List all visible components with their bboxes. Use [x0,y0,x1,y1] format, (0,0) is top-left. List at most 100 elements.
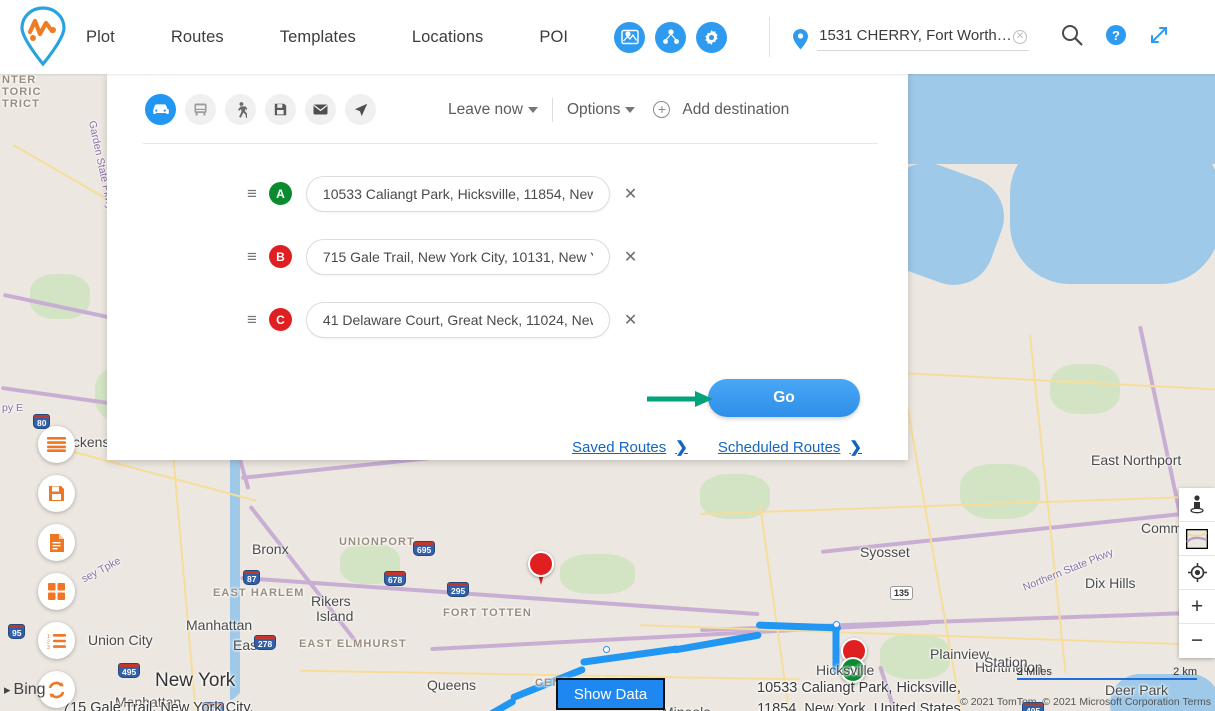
stop-input-b[interactable] [305,238,610,275]
shield-number: 678 [388,575,403,585]
floppy-save-icon[interactable] [38,475,75,512]
scale-right-label: 2 km [1173,666,1197,678]
search-icon[interactable] [1061,24,1083,51]
car-mode-button[interactable] [145,94,176,125]
ordered-list-icon[interactable]: 123 [38,622,75,659]
bing-arrow-icon: ▸ [4,682,11,697]
scale-bar-right [1107,678,1197,682]
svg-text:?: ? [1112,28,1120,43]
map-controls[interactable]: + − [1179,488,1215,658]
panel-options-row: Leave now Options + Add destination [448,97,789,122]
options-label: Options [566,100,621,118]
add-destination-button[interactable]: + Add destination [653,101,789,119]
drag-handle-icon-b[interactable]: ≡ [247,247,257,267]
map-route-shield: 95 [8,624,26,639]
search-field-wrap: ✕ [817,23,1030,51]
map-park-4 [960,464,1040,519]
plus-circle-icon: + [653,101,671,118]
bus-mode-button[interactable] [185,94,216,125]
shield-number: 495 [122,667,137,677]
gear-icon[interactable] [696,21,728,53]
route-waypoint-dot-4 [833,621,840,628]
map-layers-icon[interactable] [614,21,646,53]
route-stop-row-c: ≡ C ✕ [247,288,878,351]
nav-item-locations[interactable]: Locations [412,22,484,53]
share-network-icon[interactable] [655,21,687,53]
remove-stop-icon-a[interactable]: ✕ [624,184,637,204]
nav-item-plot[interactable]: Plot [86,22,115,53]
options-dropdown[interactable]: Options [566,100,636,119]
map-route-shield: 495 [202,702,225,711]
map-route-shield: 278 [254,635,277,650]
location-pin-icon [793,29,809,50]
nav-item-poi[interactable]: POI [539,22,568,53]
add-destination-label: Add destination [682,100,790,118]
chevron-down-icon [527,106,538,113]
shield-number: 87 [247,574,257,584]
scale-left-label: 2 Miles [1017,666,1052,678]
travel-mode-group[interactable] [145,94,376,125]
route-stop-row-a: ≡ A ✕ [247,162,878,225]
save-route-button[interactable] [265,94,296,125]
help-icon[interactable]: ? [1105,24,1127,51]
header-search: ✕ [792,23,1030,51]
map-marker-a[interactable]: A [840,657,866,693]
app-header: Plot Routes Templates Locations POI ✕ [0,0,1215,74]
route-stop-row-b: ≡ B ✕ [247,225,878,288]
shield-number: 278 [258,639,273,649]
map-attribution: © 2021 TomTom, © 2021 Microsoft Corporat… [960,696,1211,708]
saved-routes-label: Saved Routes [572,438,667,456]
zoom-in-icon[interactable]: + [1179,590,1215,624]
map-route-shield: 87 [243,570,261,585]
expand-icon[interactable] [1149,25,1169,50]
grid-icon[interactable] [38,573,75,610]
annotation-arrow-icon [647,391,713,407]
shield-number: 95 [12,628,22,638]
chevron-right-icon-2: ❯ [849,439,862,456]
map-route-shield: 695 [413,541,436,556]
leave-now-label: Leave now [448,100,523,118]
document-icon[interactable] [38,524,75,561]
header-icon-buttons[interactable] [614,21,728,53]
app-root: NTER TORIC TRICT Hackens Union City New York M… [0,0,1215,711]
scheduled-routes-label: Scheduled Routes [717,438,841,456]
walk-mode-button[interactable] [225,94,256,125]
email-route-button[interactable] [305,94,336,125]
svg-text:3: 3 [47,645,50,649]
show-data-button[interactable]: Show Data [556,678,665,710]
map-thumbnail-icon[interactable] [1179,522,1215,556]
zoom-out-label: − [1190,629,1204,652]
saved-routes-link[interactable]: Saved Routes ❯ [572,438,688,457]
header-actions[interactable]: ? [1061,24,1169,51]
stop-input-c[interactable] [305,301,610,338]
search-input[interactable] [817,23,1030,51]
stop-badge-b: B [268,245,292,268]
zoom-out-icon[interactable]: − [1179,624,1215,658]
scheduled-routes-link[interactable]: Scheduled Routes ❯ [717,438,862,457]
navigate-route-button[interactable] [345,94,376,125]
map-left-toolbar[interactable]: 123 [38,426,75,708]
map-park-5 [1050,364,1120,414]
main-nav[interactable]: Plot Routes Templates Locations POI [86,22,568,53]
remove-stop-icon-b[interactable]: ✕ [624,247,637,267]
header-divider [769,17,771,57]
drag-handle-icon-c[interactable]: ≡ [247,310,257,330]
app-logo[interactable] [0,6,86,68]
map-route-shield: 495 [118,663,141,678]
go-button[interactable]: Go [708,379,860,417]
locate-me-icon[interactable] [1179,556,1215,590]
remove-stop-icon-c[interactable]: ✕ [624,310,637,330]
hamburger-menu-icon[interactable] [38,426,75,463]
map-pin-wave-logo-icon [20,6,66,67]
shield-number: 695 [417,545,432,555]
map-route-shield: 295 [447,582,470,597]
stop-input-a[interactable] [305,175,610,212]
drag-handle-icon-a[interactable]: ≡ [247,184,257,204]
nav-item-templates[interactable]: Templates [280,22,356,53]
leave-now-dropdown[interactable]: Leave now [448,101,538,119]
bing-logo[interactable]: ▸ Bing [4,681,46,699]
nav-item-routes[interactable]: Routes [171,22,224,53]
streetside-pegman-icon[interactable] [1179,488,1215,522]
map-marker-red-unlabeled[interactable] [528,551,554,587]
map-route-shield: 135 [890,586,914,600]
